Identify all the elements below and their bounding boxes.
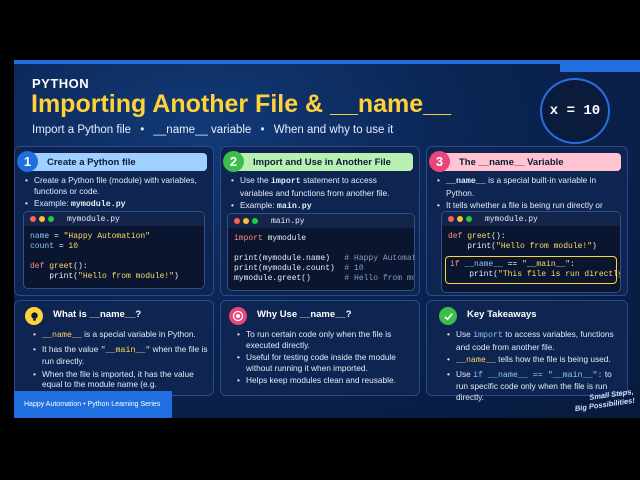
highlighted-main-guard: if __name__ == "__main__": print("This f… (445, 256, 620, 284)
close-dot-icon (448, 216, 454, 222)
maximize-dot-icon (48, 216, 54, 222)
list-item: __name__ is a special variable in Python… (33, 329, 209, 342)
list-item: It has the value "__main__" when the fil… (33, 344, 209, 367)
list-item: __name__ tells how the file is being use… (447, 354, 623, 367)
code-window-tabbar: mymodule.py (24, 212, 204, 226)
list-item: Helps keep modules clean and reusable. (237, 375, 415, 386)
card-key-takeaways: Key Takeaways Use import to access varia… (426, 300, 628, 402)
close-dot-icon (234, 218, 240, 224)
variable-badge: x = 10 (540, 78, 610, 144)
card-name-variable: The __name__ Variable 3 __name__ is a sp… (426, 146, 628, 296)
card-title: Why Use __name__? (257, 309, 352, 320)
step-number-badge: 3 (429, 151, 450, 172)
checkmark-icon (439, 307, 457, 325)
list-item: Example: mymodule.py (25, 198, 205, 211)
card-header: The __name__ Variable (435, 153, 621, 171)
code-window: mymodule.py name = "Happy Automation" co… (23, 211, 205, 289)
maximize-dot-icon (466, 216, 472, 222)
minimize-dot-icon (39, 216, 45, 222)
code-block: def greet(): print("Hello from module!") (448, 232, 597, 251)
list-item: Use the import statement to access varia… (231, 175, 411, 198)
bullet-list: Use the import statement to access varia… (231, 175, 411, 215)
series-footer: Happy Automation • Python Learning Serie… (14, 391, 172, 418)
subtitle: Import a Python file • __name__ variable… (32, 124, 393, 136)
close-dot-icon (30, 216, 36, 222)
video-frame: PYTHON Importing Another File & __name__… (0, 0, 640, 480)
code-filename: mymodule.py (485, 214, 538, 224)
page-title: Importing Another File & __name__ (31, 90, 451, 118)
code-block: import mymodule print(mymodule.name) # H… (234, 234, 414, 283)
card-title: What is __name__? (53, 309, 142, 320)
code-window-tabbar: mymodule.py (442, 212, 620, 226)
subtitle-part: Import a Python file (32, 124, 132, 136)
code-block: name = "Happy Automation" count = 10 def… (30, 232, 179, 281)
card-header: Create a Python file (23, 153, 207, 171)
card-create-file: Create a Python file 1 Create a Python f… (14, 146, 214, 296)
subtitle-separator: • (140, 124, 145, 136)
minimize-dot-icon (243, 218, 249, 224)
bullet-list: Create a Python file (module) with varia… (25, 175, 205, 213)
card-header: Import and Use in Another File (229, 153, 413, 171)
target-icon (229, 307, 247, 325)
card-title: The __name__ Variable (459, 156, 564, 168)
code-filename: main.py (271, 216, 305, 226)
card-why-use-name: Why Use __name__? To run certain code on… (220, 300, 420, 396)
card-title: Create a Python file (47, 156, 136, 168)
lightbulb-icon (25, 307, 43, 325)
step-number-badge: 2 (223, 151, 244, 172)
bullet-list: To run certain code only when the file i… (237, 329, 415, 388)
subtitle-part: __name__ variable (153, 124, 252, 136)
top-accent-tab (560, 64, 640, 72)
slide: PYTHON Importing Another File & __name__… (14, 60, 640, 418)
subtitle-separator: • (260, 124, 265, 136)
list-item: __name__ is a special built-in variable … (437, 175, 621, 198)
code-window: mymodule.py def greet(): print("Hello fr… (441, 211, 621, 293)
card-title: Import and Use in Another File (253, 156, 391, 168)
code-window: main.py import mymodule print(mymodule.n… (227, 213, 415, 291)
code-window-tabbar: main.py (228, 214, 414, 228)
list-item: Example: main.py (231, 200, 411, 213)
list-item: To run certain code only when the file i… (237, 329, 415, 350)
subtitle-part: When and why to use it (273, 124, 394, 136)
top-accent-bar (14, 60, 640, 64)
card-what-is-name: What is __name__? __name__ is a special … (14, 300, 214, 401)
list-item: Create a Python file (module) with varia… (25, 175, 205, 196)
step-number-badge: 1 (17, 151, 38, 172)
kicker-label: PYTHON (32, 76, 90, 91)
code-filename: mymodule.py (67, 214, 120, 224)
maximize-dot-icon (252, 218, 258, 224)
list-item: Use import to access variables, function… (447, 329, 623, 352)
card-import-use: Import and Use in Another File 2 Use the… (220, 146, 420, 296)
list-item: Useful for testing code inside the modul… (237, 352, 415, 373)
minimize-dot-icon (457, 216, 463, 222)
card-title: Key Takeaways (467, 309, 537, 320)
